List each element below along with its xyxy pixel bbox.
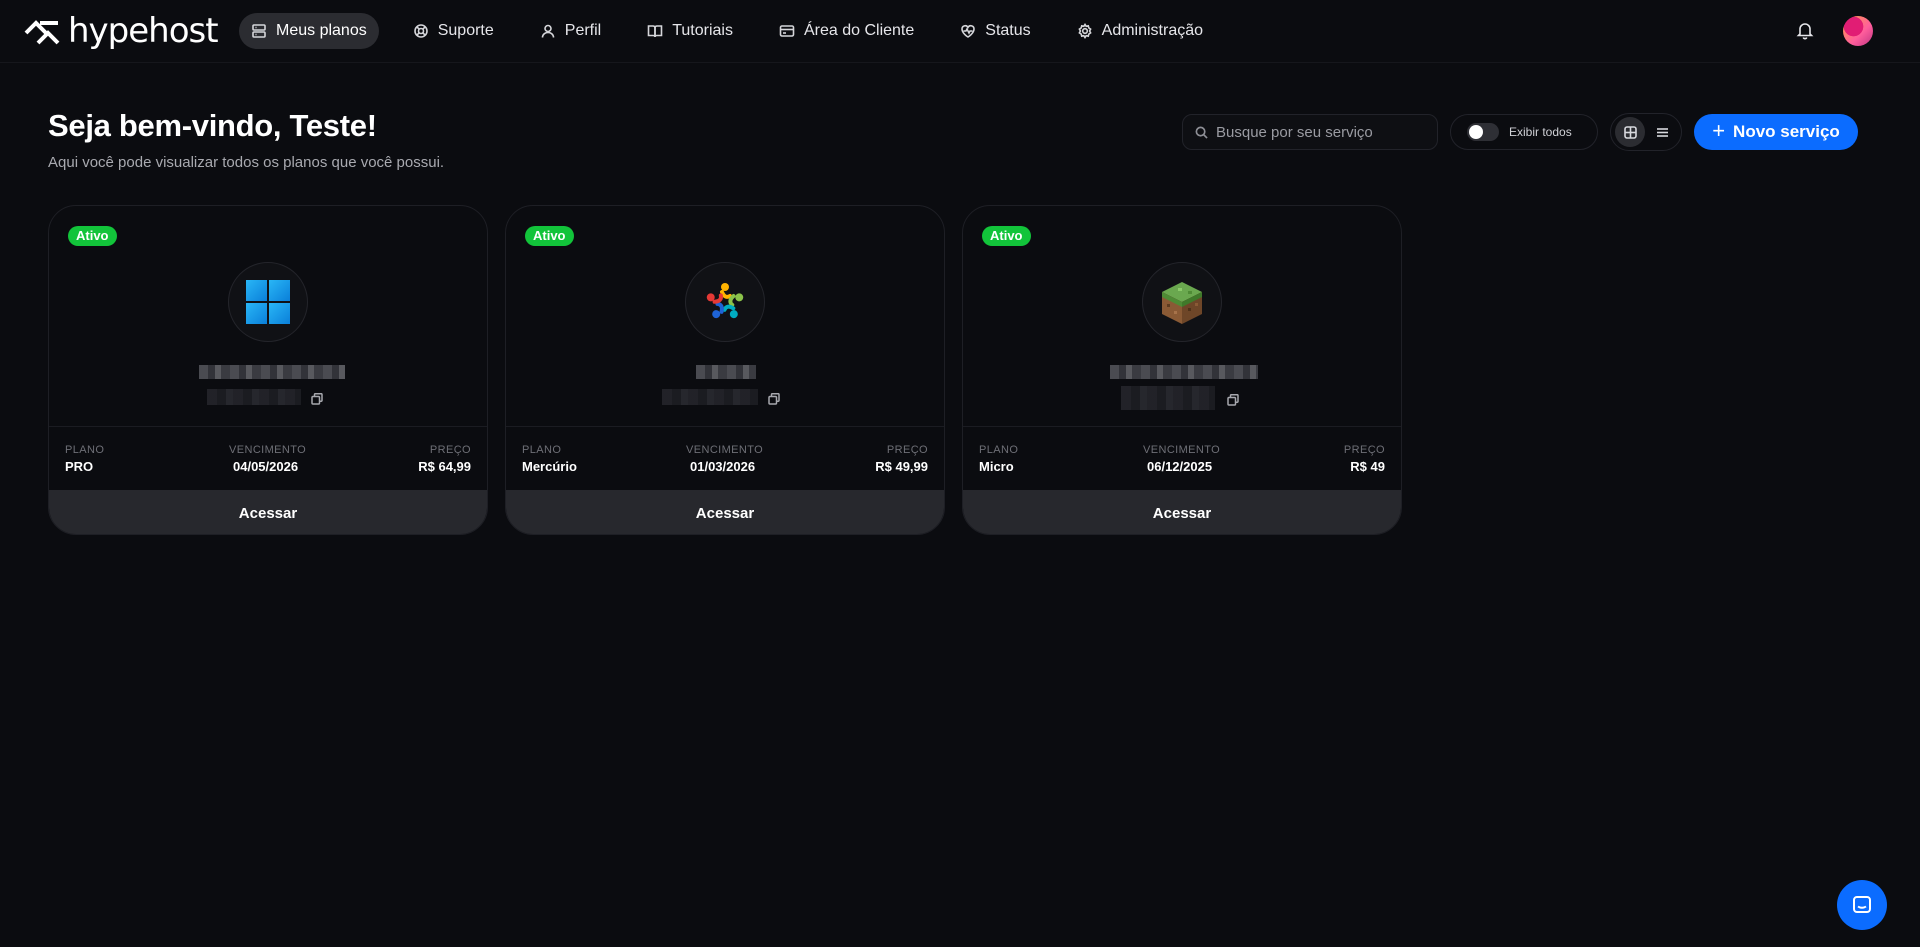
heartbeat-icon [961, 25, 976, 38]
service-name-redacted [199, 365, 345, 379]
due-label: VENCIMENTO [229, 444, 307, 456]
access-button[interactable]: Acessar [963, 490, 1401, 534]
copy-icon [768, 392, 780, 405]
nav-item-label: Administração [1101, 22, 1204, 39]
service-card: Ativo PLANO PRO VENCIMENTO 04/05/2026 PR… [48, 205, 488, 535]
show-all-label: Exibir todos [1509, 125, 1572, 139]
user-icon [541, 24, 555, 38]
card-icon [779, 25, 795, 37]
plan-label: PLANO [979, 444, 1019, 456]
card-divider [963, 426, 1401, 427]
nav-item-label: Área do Cliente [803, 22, 915, 39]
status-badge: Ativo [68, 226, 117, 246]
list-view-button[interactable] [1647, 117, 1677, 147]
plan-value: Mercúrio [522, 459, 577, 474]
notifications-button[interactable] [1795, 20, 1817, 42]
bell-icon [1796, 23, 1814, 40]
due-label: VENCIMENTO [1143, 444, 1221, 456]
nav-item-label: Status [985, 22, 1031, 39]
new-service-button[interactable]: + Novo serviço [1694, 114, 1858, 150]
card-divider [49, 426, 487, 427]
service-address-redacted [662, 389, 758, 405]
access-button[interactable]: Acessar [49, 490, 487, 534]
price-value: R$ 64,99 [418, 459, 471, 474]
chat-icon [1853, 896, 1871, 913]
nav-item-meus-planos[interactable]: Meus planos [239, 13, 379, 49]
card-divider [506, 426, 944, 427]
server-icon [252, 24, 266, 38]
plan-label: PLANO [65, 444, 105, 456]
price-label: PREÇO [429, 444, 471, 456]
community-icon [706, 283, 744, 319]
copy-button[interactable] [1227, 393, 1239, 406]
gear-icon [1077, 23, 1092, 39]
page-subtitle: Aqui você pode visualizar todos os plano… [48, 154, 445, 171]
service-address-redacted [1121, 386, 1215, 410]
search-input[interactable] [1216, 123, 1426, 141]
top-navigation-bar: hypehost Meus planos Suporte Perfil Tuto… [0, 0, 1920, 63]
price-label: PREÇO [1343, 444, 1385, 456]
status-badge: Ativo [525, 226, 574, 246]
price-label: PREÇO [886, 444, 928, 456]
copy-icon [1227, 393, 1239, 406]
due-value: 04/05/2026 [233, 459, 299, 474]
brand-name: hypehost [68, 11, 219, 51]
service-name-redacted [1110, 365, 1258, 379]
service-name-redacted [696, 365, 756, 379]
book-icon [647, 25, 663, 38]
minecraft-grass-block-icon [1162, 282, 1202, 324]
service-card: Ativo PLANO Mercúrio VENCIMENTO 01/03/20… [505, 205, 945, 535]
price-value: R$ 49 [1350, 459, 1385, 474]
nav-item-suporte[interactable]: Suporte [401, 13, 506, 49]
user-avatar[interactable] [1843, 16, 1873, 46]
show-all-switch[interactable] [1467, 123, 1499, 141]
new-service-label: Novo serviço [1733, 122, 1840, 141]
windows-icon [246, 280, 290, 324]
service-logo [685, 262, 765, 342]
lifebuoy-icon [413, 24, 428, 38]
due-value: 06/12/2025 [1147, 459, 1213, 474]
nav-item-perfil[interactable]: Perfil [528, 13, 613, 49]
chat-support-button[interactable] [1837, 880, 1887, 930]
main-nav: Meus planos Suporte Perfil Tutoriais Áre… [239, 13, 1237, 49]
service-address-redacted [207, 389, 301, 405]
grid-view-button[interactable] [1615, 117, 1645, 147]
grid-icon [1623, 125, 1637, 139]
plan-label: PLANO [522, 444, 562, 456]
copy-icon [311, 392, 323, 405]
plus-icon: + [1712, 118, 1726, 143]
due-label: VENCIMENTO [686, 444, 764, 456]
nav-item-label: Tutoriais [672, 22, 733, 39]
service-card: Ativo PLANO Micro VENCIMENTO 06/12/2025 … [962, 205, 1402, 535]
plan-value: PRO [65, 459, 94, 474]
plan-value: Micro [979, 459, 1014, 474]
hypehost-logo-icon [24, 20, 60, 45]
nav-item-status[interactable]: Status [948, 13, 1042, 49]
view-mode-toggle [1610, 113, 1682, 151]
copy-button[interactable] [311, 392, 323, 405]
due-value: 01/03/2026 [690, 459, 756, 474]
search-box[interactable] [1182, 114, 1438, 150]
brand-logo[interactable]: hypehost [24, 11, 219, 51]
copy-button[interactable] [768, 392, 780, 405]
page-title: Seja bem-vindo, Teste! [48, 108, 377, 143]
nav-item-tutoriais[interactable]: Tutoriais [635, 13, 745, 49]
nav-item-administracao[interactable]: Administração [1065, 13, 1215, 49]
list-icon [1656, 127, 1668, 137]
search-icon [1195, 126, 1208, 139]
nav-item-label: Meus planos [276, 22, 367, 39]
nav-item-label: Perfil [564, 22, 602, 39]
service-logo [1142, 262, 1222, 342]
status-badge: Ativo [982, 226, 1031, 246]
show-all-toggle[interactable]: Exibir todos [1450, 114, 1598, 150]
nav-item-label: Suporte [437, 22, 494, 39]
nav-item-area-do-cliente[interactable]: Área do Cliente [767, 13, 926, 49]
price-value: R$ 49,99 [875, 459, 928, 474]
service-logo [228, 262, 308, 342]
access-button[interactable]: Acessar [506, 490, 944, 534]
